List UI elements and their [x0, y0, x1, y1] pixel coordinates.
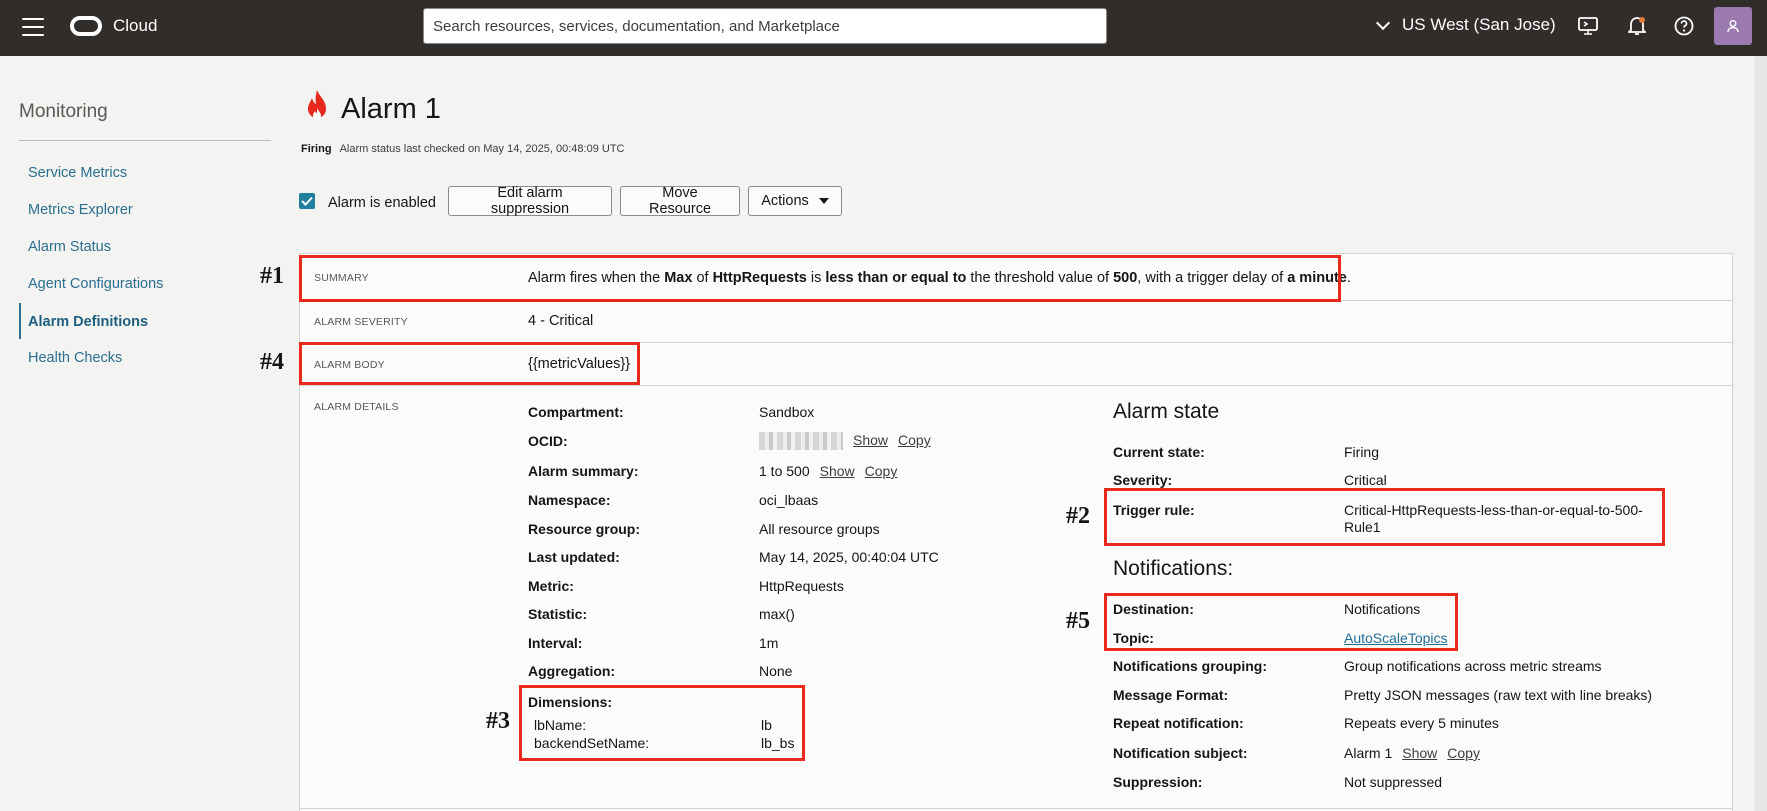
annotation-label-5: #5	[1066, 608, 1090, 634]
sidebar-item-health-checks[interactable]: Health Checks	[28, 350, 122, 366]
statistic-value: max()	[759, 606, 795, 622]
aggregation-key: Aggregation:	[528, 663, 616, 679]
compartment-value: Sandbox	[759, 404, 815, 420]
status-badge: Firing	[301, 143, 332, 155]
alarm-enabled-checkbox[interactable]	[299, 193, 315, 209]
repeat-notification-value: Repeats every 5 minutes	[1344, 715, 1499, 731]
message-format-key: Message Format:	[1113, 687, 1229, 703]
cloud-shell-icon[interactable]	[1577, 15, 1599, 37]
ocid-copy-link[interactable]: Copy	[898, 432, 931, 448]
brand-name[interactable]: Cloud	[113, 16, 157, 36]
user-avatar[interactable]	[1714, 7, 1752, 45]
actions-menu-label: Actions	[761, 193, 809, 209]
notification-subject-value: Alarm 1 Show Copy	[1344, 745, 1480, 761]
ocid-value: Show Copy	[759, 432, 931, 451]
subject-show-link[interactable]: Show	[1402, 745, 1437, 761]
move-resource-button[interactable]: Move Resource	[620, 185, 740, 217]
annotation-box-5	[1104, 593, 1458, 651]
sidebar-divider	[19, 140, 271, 141]
compartment-key: Compartment:	[528, 404, 624, 420]
interval-value: 1m	[759, 635, 779, 651]
oracle-logo[interactable]	[70, 16, 102, 36]
severity-key: Severity:	[1113, 472, 1173, 488]
redacted-ocid	[759, 432, 843, 451]
annotation-label-2: #2	[1066, 503, 1090, 529]
alarm-summary-value: 1 to 500 Show Copy	[759, 463, 898, 479]
annotation-box-3	[519, 685, 805, 761]
resource-group-key: Resource group:	[528, 521, 641, 537]
status-checked-text: Alarm status last checked on May 14, 202…	[339, 143, 625, 155]
page-title: Alarm 1	[341, 93, 441, 125]
repeat-notification-key: Repeat notification:	[1113, 715, 1244, 731]
message-format-value: Pretty JSON messages (raw text with line…	[1344, 687, 1653, 703]
metric-value: HttpRequests	[759, 578, 844, 594]
notification-subject-key: Notification subject:	[1113, 745, 1248, 761]
scrollbar[interactable]	[1755, 56, 1767, 811]
aggregation-value: None	[759, 663, 793, 679]
notifications-grouping-value: Group notifications across metric stream…	[1344, 658, 1602, 674]
edit-alarm-suppression-button[interactable]: Edit alarm suppression	[448, 185, 612, 217]
alarm-severity-label: ALARM SEVERITY	[314, 316, 408, 328]
annotation-box-2	[1104, 488, 1665, 546]
resource-group-value: All resource groups	[759, 521, 880, 537]
notifications-bell-icon[interactable]	[1626, 15, 1648, 37]
sidebar-item-alarm-status[interactable]: Alarm Status	[28, 239, 111, 255]
search-input[interactable]: Search resources, services, documentatio…	[423, 8, 1107, 44]
alarm-summary-show-link[interactable]: Show	[820, 463, 855, 479]
alarm-enabled-label[interactable]: Alarm is enabled	[328, 195, 436, 211]
subject-copy-link[interactable]: Copy	[1447, 745, 1480, 761]
alarm-severity-value: 4 - Critical	[528, 313, 594, 329]
sidebar-item-alarm-definitions[interactable]: Alarm Definitions	[28, 314, 148, 330]
current-state-value: Firing	[1344, 444, 1380, 460]
sidebar-item-metrics-explorer[interactable]: Metrics Explorer	[28, 202, 133, 218]
alarm-summary-copy-link[interactable]: Copy	[865, 463, 898, 479]
actions-menu-button[interactable]: Actions	[748, 186, 842, 216]
severity-value: Critical	[1344, 472, 1387, 488]
region-label: US West (San Jose)	[1402, 15, 1556, 34]
alarm-state-heading: Alarm state	[1113, 400, 1220, 423]
annotation-box-4	[299, 342, 640, 385]
suppression-key: Suppression:	[1113, 774, 1203, 790]
ocid-show-link[interactable]: Show	[853, 432, 888, 448]
annotation-label-3: #3	[486, 708, 510, 734]
row-divider	[299, 385, 1733, 386]
row-divider	[299, 808, 1733, 809]
suppression-value: Not suppressed	[1344, 774, 1443, 790]
annotation-box-1	[299, 255, 1341, 302]
last-updated-value: May 14, 2025, 00:40:04 UTC	[759, 549, 939, 565]
interval-key: Interval:	[528, 635, 583, 651]
current-state-key: Current state:	[1113, 444, 1205, 460]
sidebar-active-indicator	[19, 303, 21, 339]
metric-key: Metric:	[528, 578, 574, 594]
ocid-key: OCID:	[528, 433, 568, 449]
last-updated-key: Last updated:	[528, 549, 620, 565]
top-navigation-bar: Cloud Search resources, services, docume…	[0, 0, 1767, 56]
annotation-label-1: #1	[260, 263, 284, 289]
namespace-value: oci_lbaas	[759, 492, 819, 508]
alarm-status-line: Firing Alarm status last checked on May 1…	[301, 143, 625, 155]
chevron-down-icon	[1375, 15, 1391, 30]
region-selector[interactable]: US West (San Jose)	[1375, 15, 1556, 35]
caret-down-icon	[818, 198, 829, 204]
hamburger-menu-icon[interactable]	[22, 18, 44, 36]
alarm-details-label: ALARM DETAILS	[314, 401, 399, 413]
sidebar-item-service-metrics[interactable]: Service Metrics	[28, 165, 127, 181]
alarm-summary-key: Alarm summary:	[528, 463, 639, 479]
notifications-heading: Notifications:	[1113, 557, 1234, 580]
statistic-key: Statistic:	[528, 606, 588, 622]
firing-flame-icon	[300, 88, 334, 129]
sidebar-title: Monitoring	[19, 101, 108, 122]
annotation-label-4: #4	[260, 349, 284, 375]
help-icon[interactable]	[1673, 15, 1695, 37]
namespace-key: Namespace:	[528, 492, 611, 508]
sidebar-item-agent-configurations[interactable]: Agent Configurations	[28, 276, 163, 292]
notifications-grouping-key: Notifications grouping:	[1113, 658, 1267, 674]
